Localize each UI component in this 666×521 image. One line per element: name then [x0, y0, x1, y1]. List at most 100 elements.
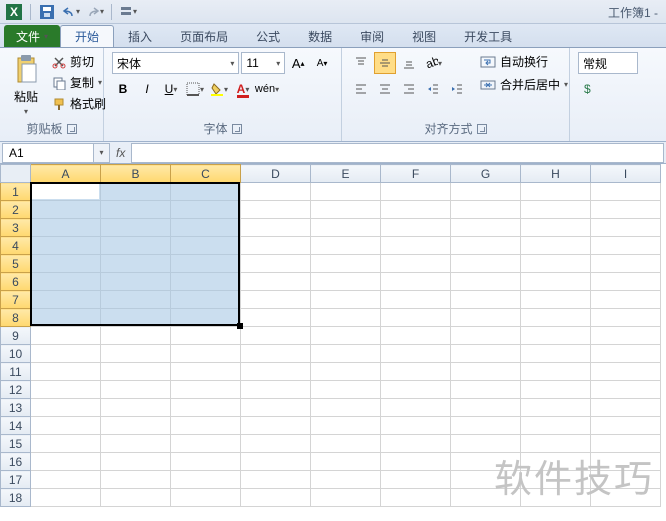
- tab-review[interactable]: 审阅: [346, 25, 398, 47]
- fx-icon[interactable]: fx: [116, 146, 125, 160]
- cell[interactable]: [451, 417, 521, 435]
- font-color-button[interactable]: A▾: [232, 78, 254, 100]
- cell[interactable]: [591, 471, 661, 489]
- cell[interactable]: [521, 183, 591, 201]
- tab-home[interactable]: 开始: [60, 25, 114, 47]
- cell[interactable]: [311, 291, 381, 309]
- cell[interactable]: [31, 309, 101, 327]
- cell[interactable]: [451, 183, 521, 201]
- cell[interactable]: [311, 273, 381, 291]
- font-name-combo[interactable]: 宋体▾: [112, 52, 239, 74]
- cell[interactable]: [241, 219, 311, 237]
- fill-color-button[interactable]: ▾: [208, 78, 230, 100]
- cell[interactable]: [31, 417, 101, 435]
- cell[interactable]: [591, 327, 661, 345]
- cell[interactable]: [171, 489, 241, 507]
- cell[interactable]: [381, 183, 451, 201]
- cell[interactable]: [241, 345, 311, 363]
- row-header[interactable]: 10: [1, 345, 31, 363]
- column-header[interactable]: H: [521, 165, 591, 183]
- cell[interactable]: [171, 273, 241, 291]
- cell[interactable]: [521, 453, 591, 471]
- cell[interactable]: [521, 291, 591, 309]
- cell[interactable]: [381, 327, 451, 345]
- bold-button[interactable]: B: [112, 78, 134, 100]
- cell[interactable]: [101, 399, 171, 417]
- cell[interactable]: [171, 309, 241, 327]
- orientation-icon[interactable]: ab▾: [422, 52, 444, 74]
- cell[interactable]: [381, 363, 451, 381]
- cell[interactable]: [31, 255, 101, 273]
- row-header[interactable]: 18: [1, 489, 31, 507]
- tab-developer[interactable]: 开发工具: [450, 25, 526, 47]
- align-right-icon[interactable]: [398, 78, 420, 100]
- cell[interactable]: [101, 489, 171, 507]
- cell[interactable]: [241, 273, 311, 291]
- cell[interactable]: [241, 291, 311, 309]
- cell[interactable]: [381, 417, 451, 435]
- cell[interactable]: [451, 273, 521, 291]
- tab-view[interactable]: 视图: [398, 25, 450, 47]
- cell[interactable]: [171, 453, 241, 471]
- cell[interactable]: [381, 399, 451, 417]
- cell[interactable]: [521, 273, 591, 291]
- cell[interactable]: [101, 255, 171, 273]
- excel-icon[interactable]: X: [4, 2, 24, 22]
- font-dialog-launcher[interactable]: [232, 124, 242, 134]
- cell[interactable]: [591, 399, 661, 417]
- align-left-icon[interactable]: [350, 78, 372, 100]
- cell[interactable]: [241, 201, 311, 219]
- cell[interactable]: [241, 399, 311, 417]
- cell[interactable]: [381, 453, 451, 471]
- row-header[interactable]: 12: [1, 381, 31, 399]
- cell[interactable]: [451, 381, 521, 399]
- cell[interactable]: [451, 201, 521, 219]
- border-button[interactable]: ▾: [184, 78, 206, 100]
- cell[interactable]: [451, 399, 521, 417]
- cell[interactable]: [451, 255, 521, 273]
- column-header[interactable]: E: [311, 165, 381, 183]
- column-header[interactable]: G: [451, 165, 521, 183]
- spreadsheet-grid[interactable]: ABCDEFGHI123456789101112131415161718 软件技…: [0, 164, 666, 521]
- cell[interactable]: [241, 471, 311, 489]
- column-header[interactable]: I: [591, 165, 661, 183]
- column-header[interactable]: B: [101, 165, 171, 183]
- cell[interactable]: [311, 363, 381, 381]
- cell[interactable]: [241, 453, 311, 471]
- row-header[interactable]: 5: [1, 255, 31, 273]
- cell[interactable]: [311, 255, 381, 273]
- phonetic-button[interactable]: wén▾: [256, 78, 278, 100]
- cell[interactable]: [381, 201, 451, 219]
- cell[interactable]: [31, 471, 101, 489]
- cell[interactable]: [451, 435, 521, 453]
- decrease-font-icon[interactable]: A▾: [311, 52, 333, 74]
- align-center-icon[interactable]: [374, 78, 396, 100]
- clipboard-dialog-launcher[interactable]: [67, 124, 77, 134]
- cell[interactable]: [31, 237, 101, 255]
- cell[interactable]: [171, 291, 241, 309]
- cell[interactable]: [451, 219, 521, 237]
- cell[interactable]: [381, 471, 451, 489]
- cell[interactable]: [171, 345, 241, 363]
- cell[interactable]: [311, 417, 381, 435]
- file-tab[interactable]: 文件▾: [4, 25, 60, 47]
- column-header[interactable]: A: [31, 165, 101, 183]
- cell[interactable]: [31, 183, 101, 201]
- copy-button[interactable]: 复制▾: [50, 73, 108, 92]
- accounting-format-icon[interactable]: $: [578, 78, 600, 100]
- cell[interactable]: [31, 327, 101, 345]
- cell[interactable]: [311, 327, 381, 345]
- cell[interactable]: [381, 489, 451, 507]
- cell[interactable]: [591, 363, 661, 381]
- cell[interactable]: [171, 201, 241, 219]
- qat-customize-icon[interactable]: ▾: [118, 2, 138, 22]
- column-header[interactable]: F: [381, 165, 451, 183]
- cell[interactable]: [311, 183, 381, 201]
- cell[interactable]: [101, 183, 171, 201]
- cell[interactable]: [31, 399, 101, 417]
- cell[interactable]: [31, 345, 101, 363]
- cell[interactable]: [101, 417, 171, 435]
- cell[interactable]: [311, 345, 381, 363]
- row-header[interactable]: 9: [1, 327, 31, 345]
- undo-icon[interactable]: ▾: [61, 2, 81, 22]
